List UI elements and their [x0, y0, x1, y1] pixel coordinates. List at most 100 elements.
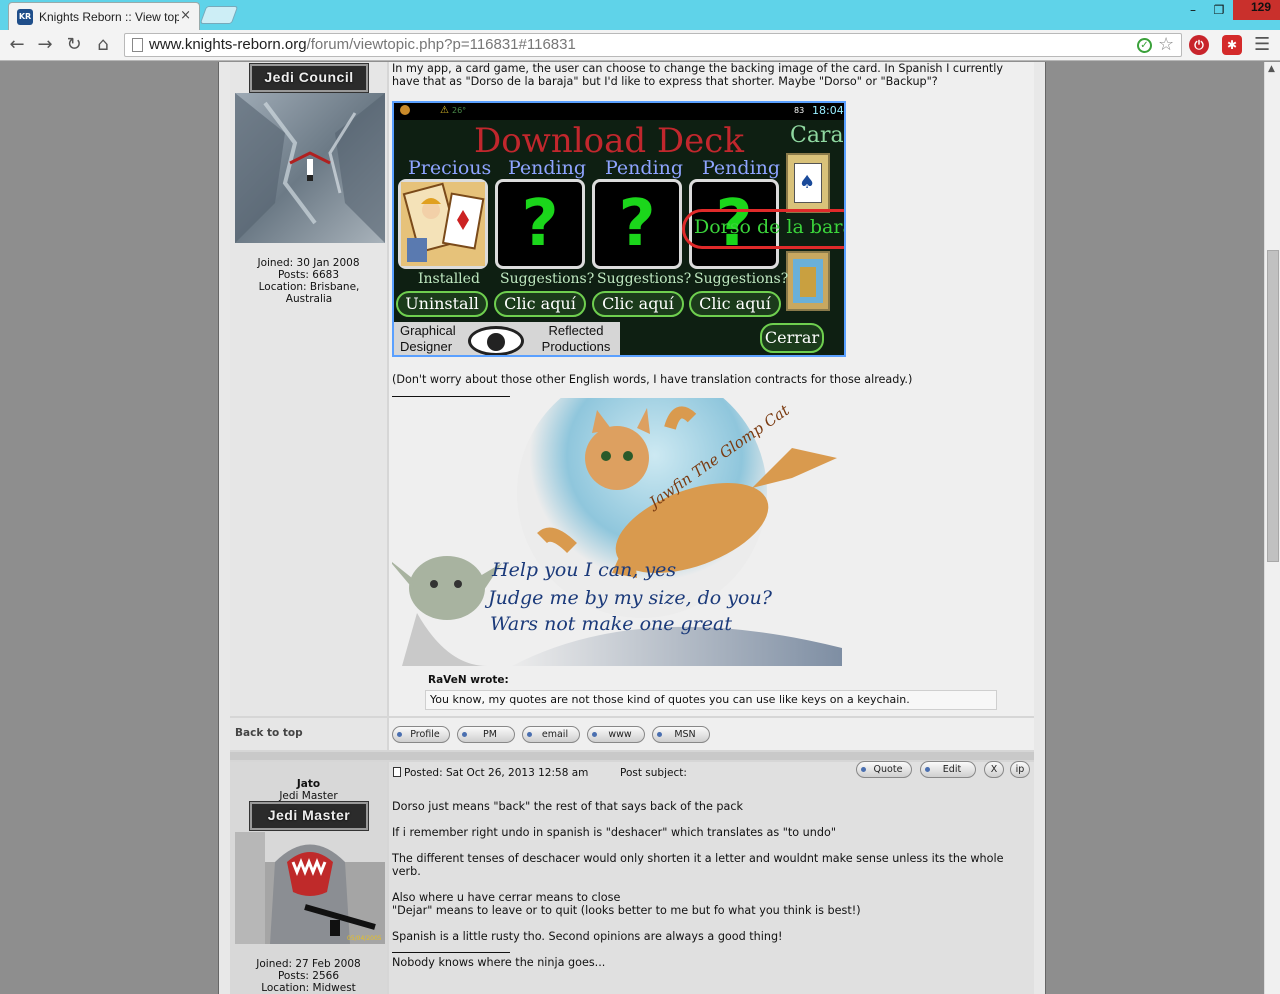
post-text-line: verb.: [392, 865, 421, 878]
yoda-quote-line1: Help you I can, yes: [491, 559, 676, 581]
check-icon[interactable]: ✓: [1137, 38, 1152, 53]
delete-button[interactable]: X: [984, 761, 1004, 778]
cerrar-button[interactable]: Cerrar: [760, 323, 824, 353]
pm-button[interactable]: PM: [457, 726, 515, 743]
installed-deck-card[interactable]: [398, 179, 488, 269]
col-sublabel: Suggestions?: [500, 271, 595, 287]
col-sublabel: Suggestions?: [597, 271, 692, 287]
author-name[interactable]: Jato: [230, 778, 387, 790]
avatar[interactable]: 05/04/2005: [235, 832, 385, 944]
menu-icon[interactable]: ☰: [1254, 35, 1270, 55]
bookmark-star-icon[interactable]: ☆: [1158, 35, 1174, 55]
address-bar[interactable]: www.knights-reborn.org/forum/viewtopic.p…: [124, 33, 1182, 57]
signature-quote: You know, my quotes are not those kind o…: [425, 690, 997, 710]
post-text-line: In my app, a card game, the user can cho…: [392, 62, 1004, 75]
uninstall-button[interactable]: Uninstall: [396, 291, 488, 317]
www-button[interactable]: www: [587, 726, 645, 743]
clic-aqui-button[interactable]: Clic aquí: [592, 291, 684, 317]
forum-topic: Jedi Council Joined: 30 Jan 2008 Posts: …: [230, 62, 1034, 994]
post-text-line: "Dejar" means to leave or to quit (looks…: [392, 904, 861, 917]
home-icon[interactable]: ⌂: [91, 33, 115, 57]
clic-aqui-button[interactable]: Clic aquí: [494, 291, 586, 317]
highlight-circle: [682, 209, 844, 249]
card-front-preview: ♠: [786, 153, 830, 213]
tab-title: Knights Reborn :: View top: [39, 10, 179, 24]
yoda-quote-line2: Judge me by my size, do you?: [484, 587, 773, 609]
posted-date: Posted: Sat Oct 26, 2013 12:58 am: [404, 767, 589, 779]
status-time: 18:04: [812, 104, 844, 117]
new-tab-button[interactable]: [199, 6, 239, 24]
download-deck-screenshot: ⚠ 26° 83 18:04 Download Deck Cara Precio…: [392, 101, 846, 357]
eye-icon: [468, 326, 524, 355]
post-separator: [230, 752, 1034, 760]
tab-strip: KR Knights Reborn :: View top × – ❐ 129: [0, 0, 1280, 30]
notification-count: 129: [1251, 0, 1272, 14]
post-author-panel: Jato Jedi Master Jedi Master 05/04/2005: [230, 762, 387, 994]
quote-button[interactable]: Quote: [856, 761, 912, 778]
col-header: Pending: [508, 157, 587, 179]
post-text-line: The different tenses of deschacer would …: [392, 852, 1004, 865]
signature-divider: [392, 952, 510, 953]
reload-icon[interactable]: ↻: [62, 33, 86, 57]
vertical-scrollbar[interactable]: ▲: [1264, 62, 1280, 994]
pending-deck-card[interactable]: ?: [592, 179, 682, 269]
adblock-extension-icon[interactable]: ⏻: [1189, 35, 1209, 55]
forum-container: Jedi Council Joined: 30 Jan 2008 Posts: …: [218, 62, 1046, 994]
designer-credit: Graphical Designer Reflected Productions: [394, 322, 620, 355]
post-body: In my app, a card game, the user can cho…: [389, 62, 1034, 716]
scroll-up-arrow-icon[interactable]: ▲: [1268, 64, 1275, 74]
profile-button[interactable]: Profile: [392, 726, 450, 743]
col-header: Pending: [605, 157, 684, 179]
post-author-panel: Jedi Council Joined: 30 Jan 2008 Posts: …: [230, 62, 387, 716]
cara-label: Cara: [790, 123, 844, 148]
card-back-preview: [786, 251, 830, 311]
joined-date: Joined: 30 Jan 2008: [257, 257, 360, 269]
back-to-top-link[interactable]: Back to top: [235, 727, 303, 739]
post-count: Posts: 2566: [277, 970, 340, 982]
minimize-button[interactable]: –: [1180, 0, 1206, 20]
signature-divider: [392, 396, 510, 397]
page-icon: [132, 38, 143, 52]
post-text-line: have that as "Dorso de la baraja" but I'…: [392, 75, 938, 88]
signature-image: Help you I can, yes Judge me by my size,…: [392, 398, 842, 666]
window-close-button[interactable]: 129: [1233, 0, 1280, 20]
col-sublabel: Suggestions?: [694, 271, 789, 287]
avatar[interactable]: [235, 93, 385, 243]
question-mark-icon: ?: [618, 187, 656, 261]
post-text-line: Also where u have cerrar means to close: [392, 891, 621, 904]
status-temp: 26°: [452, 106, 467, 115]
tab-active[interactable]: KR Knights Reborn :: View top ×: [8, 2, 200, 30]
post-text-line: If i remember right undo in spanish is "…: [392, 826, 836, 839]
location: Location: Brisbane, Australia: [258, 281, 360, 305]
restore-button[interactable]: ❐: [1206, 0, 1232, 20]
designer-left: Graphical Designer: [400, 323, 456, 354]
clic-aqui-button[interactable]: Clic aquí: [689, 291, 781, 317]
msn-button[interactable]: MSN: [652, 726, 710, 743]
back-arrow-icon[interactable]: ←: [5, 33, 29, 57]
battery-level: 83: [794, 106, 805, 115]
tab-close-icon[interactable]: ×: [180, 8, 191, 24]
edit-button[interactable]: Edit: [920, 761, 976, 778]
rank-image: Jedi Council: [249, 63, 369, 93]
col-header: Precious: [408, 157, 492, 179]
forward-arrow-icon[interactable]: →: [33, 33, 57, 57]
col-sublabel: Installed: [418, 271, 480, 287]
yoda-quote-line3: Wars not make one great: [490, 613, 732, 635]
site-favicon-icon: KR: [17, 9, 33, 25]
designer-right: Reflected Productions: [541, 323, 611, 354]
email-button[interactable]: email: [522, 726, 580, 743]
quote-author: RaVeN wrote:: [428, 674, 509, 686]
signature-text: Nobody knows where the ninja goes...: [392, 956, 606, 969]
pending-deck-card[interactable]: ?: [495, 179, 585, 269]
status-bar: ⚠ 26° 83 18:04: [394, 103, 844, 120]
ip-button[interactable]: ip: [1010, 761, 1030, 778]
url-text[interactable]: www.knights-reborn.org/forum/viewtopic.p…: [149, 34, 576, 56]
warning-icon: ⚠: [440, 105, 449, 116]
post-icon: [393, 767, 401, 777]
scroll-thumb[interactable]: [1267, 250, 1279, 562]
post-body: Posted: Sat Oct 26, 2013 12:58 am Post s…: [389, 761, 1034, 994]
post-text-line: Spanish is a little rusty tho. Second op…: [392, 930, 783, 943]
joined-date: Joined: 27 Feb 2008: [256, 958, 361, 970]
extension-icon[interactable]: ✱: [1222, 35, 1242, 55]
location: Location: Midwest: [261, 982, 356, 994]
